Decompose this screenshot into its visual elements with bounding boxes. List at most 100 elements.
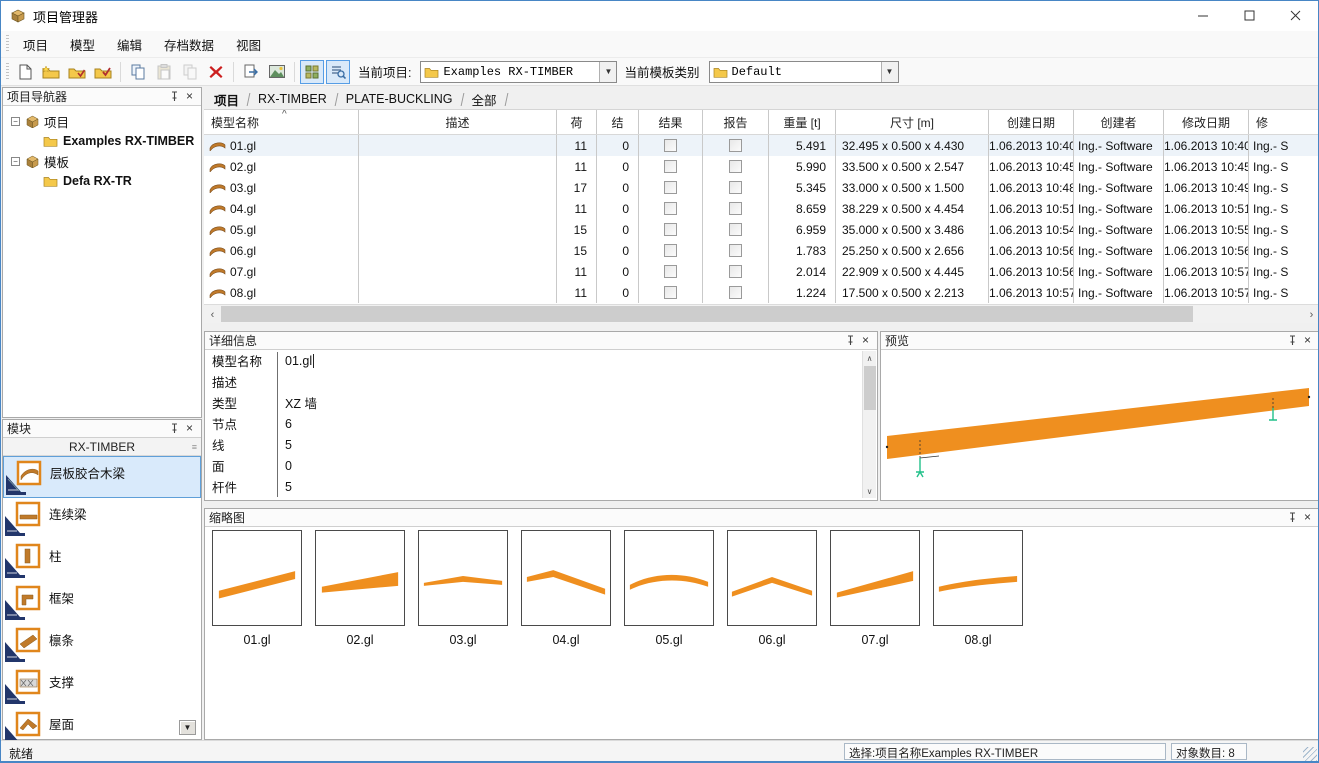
thumbnail-01[interactable] xyxy=(212,530,302,626)
results-checkbox[interactable] xyxy=(664,181,677,194)
column-header-size[interactable]: 尺寸 [m] xyxy=(836,110,989,134)
tab-plate-buckling[interactable]: PLATE-BUCKLING xyxy=(337,92,462,106)
column-header-modified[interactable]: 修改日期 xyxy=(1164,110,1249,134)
tab-project[interactable]: 项目 xyxy=(205,90,248,109)
table-row[interactable]: 02.gl 11 0 5.990 33.500 x 0.500 x 2.547 … xyxy=(204,156,1319,177)
column-header-weight[interactable]: 重量 [t] xyxy=(769,110,836,134)
new-model-button[interactable] xyxy=(13,60,37,84)
table-row[interactable]: 04.gl 11 0 8.659 38.229 x 0.500 x 4.454 … xyxy=(204,198,1319,219)
scroll-up-icon[interactable]: ∧ xyxy=(863,351,876,365)
thumbnail-03[interactable] xyxy=(418,530,508,626)
module-item-glulam-beam[interactable]: 层板胶合木梁 xyxy=(3,456,201,498)
module-item-purlin[interactable]: 檩条 xyxy=(3,624,201,666)
menu-grip[interactable] xyxy=(6,35,9,53)
results-checkbox[interactable] xyxy=(664,160,677,173)
close-button[interactable] xyxy=(1272,1,1318,30)
report-checkbox[interactable] xyxy=(729,223,742,236)
thumbnail-05[interactable] xyxy=(624,530,714,626)
resize-grip[interactable] xyxy=(1303,747,1317,761)
thumbnail-06[interactable] xyxy=(727,530,817,626)
column-header-created[interactable]: 创建日期 xyxy=(989,110,1074,134)
table-row[interactable]: 06.gl 15 0 1.783 25.250 x 0.500 x 2.656 … xyxy=(204,240,1319,261)
column-header-creator[interactable]: 创建者 xyxy=(1074,110,1164,134)
modules-group-header[interactable]: RX-TIMBER ≡ xyxy=(3,438,201,456)
minimize-button[interactable] xyxy=(1180,1,1226,30)
column-header-load[interactable]: 荷 xyxy=(557,110,597,134)
copy-button[interactable] xyxy=(126,60,150,84)
scroll-right-icon[interactable]: › xyxy=(1303,305,1319,324)
report-checkbox[interactable] xyxy=(729,160,742,173)
details-vertical-scrollbar[interactable]: ∧ ∨ xyxy=(862,351,876,498)
pin-icon[interactable] xyxy=(169,91,180,102)
close-panel-icon[interactable]: × xyxy=(1300,510,1315,525)
module-item-frame[interactable]: 框架 xyxy=(3,582,201,624)
report-checkbox[interactable] xyxy=(729,265,742,278)
table-row[interactable]: 05.gl 15 0 6.959 35.000 x 0.500 x 3.486 … xyxy=(204,219,1319,240)
paste-button[interactable] xyxy=(152,60,176,84)
scroll-left-icon[interactable]: ‹ xyxy=(204,305,221,324)
table-horizontal-scrollbar[interactable]: ‹ › xyxy=(204,304,1319,323)
thumbnail-02[interactable] xyxy=(315,530,405,626)
thumbnail-04[interactable] xyxy=(521,530,611,626)
dropdown-arrow-icon[interactable]: ▼ xyxy=(881,62,898,82)
collapse-icon[interactable]: − xyxy=(11,117,20,126)
template-category-combobox[interactable]: Default ▼ xyxy=(709,61,899,83)
maximize-button[interactable] xyxy=(1226,1,1272,30)
toolbar-grip[interactable] xyxy=(6,63,9,81)
table-row[interactable]: 08.gl 11 0 1.224 17.500 x 0.500 x 2.213 … xyxy=(204,282,1319,303)
project-check-button[interactable] xyxy=(91,60,115,84)
tab-rx-timber[interactable]: RX-TIMBER xyxy=(249,92,336,106)
collapse-icon[interactable]: − xyxy=(11,157,20,166)
menu-model[interactable]: 模型 xyxy=(59,30,106,59)
scrollbar-thumb[interactable] xyxy=(864,366,876,410)
open-project-button[interactable] xyxy=(65,60,89,84)
scrollbar-thumb[interactable] xyxy=(221,306,1193,322)
group-menu-icon[interactable]: ≡ xyxy=(192,442,197,452)
pin-icon[interactable] xyxy=(169,423,180,434)
column-header-construction[interactable]: 结 xyxy=(597,110,639,134)
preview-image-button[interactable] xyxy=(265,60,289,84)
column-header-results[interactable]: 结果 xyxy=(639,110,703,134)
close-panel-icon[interactable]: × xyxy=(182,89,197,104)
results-checkbox[interactable] xyxy=(664,223,677,236)
menu-archive-data[interactable]: 存档数据 xyxy=(153,30,225,59)
module-item-continuous-beam[interactable]: 连续梁 xyxy=(3,498,201,540)
report-checkbox[interactable] xyxy=(729,181,742,194)
column-header-description[interactable]: 描述 xyxy=(359,110,557,134)
menu-project[interactable]: 项目 xyxy=(12,30,59,59)
tree-node-projects[interactable]: − 项目 xyxy=(3,111,201,131)
modules-scroll-down-button[interactable]: ▼ xyxy=(179,720,196,735)
table-row[interactable]: 07.gl 11 0 2.014 22.909 x 0.500 x 4.445 … xyxy=(204,261,1319,282)
dropdown-arrow-icon[interactable]: ▼ xyxy=(599,62,616,82)
connect-network-button[interactable] xyxy=(239,60,263,84)
new-project-button[interactable] xyxy=(39,60,63,84)
menu-view[interactable]: 视图 xyxy=(225,30,272,59)
pin-icon[interactable] xyxy=(845,335,856,346)
results-checkbox[interactable] xyxy=(664,265,677,278)
duplicate-button[interactable] xyxy=(178,60,202,84)
results-checkbox[interactable] xyxy=(664,286,677,299)
thumbnail-07[interactable] xyxy=(830,530,920,626)
results-checkbox[interactable] xyxy=(664,139,677,152)
table-row[interactable]: 03.gl 17 0 5.345 33.000 x 0.500 x 1.500 … xyxy=(204,177,1319,198)
report-checkbox[interactable] xyxy=(729,202,742,215)
close-panel-icon[interactable]: × xyxy=(182,421,197,436)
tree-node-examples-rx-timber[interactable]: Examples RX-TIMBER xyxy=(3,131,201,151)
menu-edit[interactable]: 编辑 xyxy=(106,30,153,59)
table-row[interactable]: 01.gl 11 0 5.491 32.495 x 0.500 x 4.430 … xyxy=(204,135,1319,156)
details-view-toggle[interactable] xyxy=(326,60,350,84)
results-checkbox[interactable] xyxy=(664,244,677,257)
delete-button[interactable] xyxy=(204,60,228,84)
pin-icon[interactable] xyxy=(1287,335,1298,346)
report-checkbox[interactable] xyxy=(729,286,742,299)
column-header-modifier[interactable]: 修 xyxy=(1249,110,1319,134)
tree-node-default-template[interactable]: Defa RX-TR xyxy=(3,171,201,191)
module-item-column[interactable]: 柱 xyxy=(3,540,201,582)
column-header-model-name[interactable]: 模型名称 ^ xyxy=(204,110,359,134)
thumbnail-08[interactable] xyxy=(933,530,1023,626)
tab-all[interactable]: 全部 xyxy=(463,90,506,109)
tree-node-templates[interactable]: − 模板 xyxy=(3,151,201,171)
pin-icon[interactable] xyxy=(1287,512,1298,523)
report-checkbox[interactable] xyxy=(729,139,742,152)
report-checkbox[interactable] xyxy=(729,244,742,257)
